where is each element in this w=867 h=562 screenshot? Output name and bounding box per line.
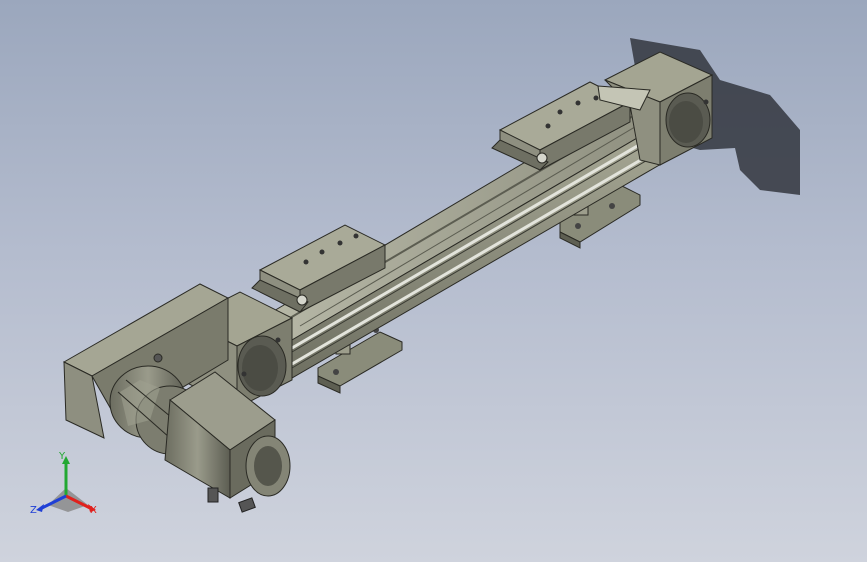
linear-actuator-model[interactable] bbox=[0, 0, 867, 562]
triad-plane bbox=[48, 488, 88, 512]
cad-viewport[interactable]: Y X Z bbox=[0, 0, 867, 562]
z-axis-label: Z bbox=[30, 505, 37, 516]
x-axis-label: X bbox=[90, 505, 97, 516]
y-axis-label: Y bbox=[59, 451, 66, 462]
